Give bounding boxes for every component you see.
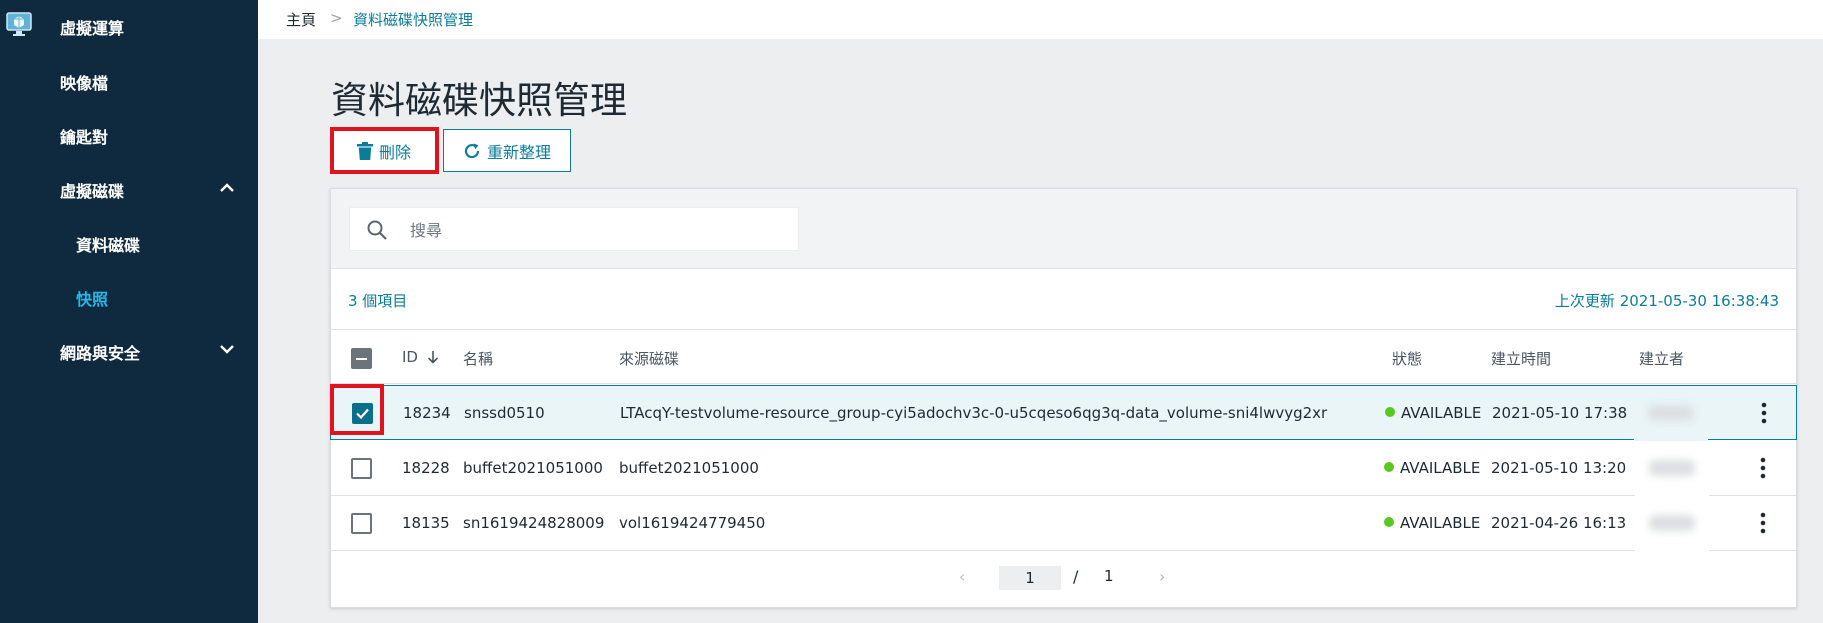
checkmark-icon <box>356 408 369 420</box>
column-header-source-disk[interactable]: 來源磁碟 <box>619 348 679 369</box>
table-info-bar: 3 個項目 上次更新 2021-05-30 16:38:43 <box>331 270 1796 330</box>
row-status: AVAILABLE <box>1384 459 1480 477</box>
pagination: ‹ / 1 › <box>331 550 1796 607</box>
sidebar-item-images[interactable]: 映像檔 <box>60 70 108 94</box>
search-icon <box>367 220 387 240</box>
refresh-icon <box>464 143 480 158</box>
column-header-name[interactable]: 名稱 <box>463 348 493 369</box>
cloud-compute-logo-icon <box>6 12 32 36</box>
row-creator-redacted <box>1634 386 1708 441</box>
sidebar-item-key-pairs[interactable]: 鑰匙對 <box>60 124 108 148</box>
table-row[interactable]: 18135 sn1619424828009 vol1619424779450 A… <box>331 496 1796 551</box>
search-area <box>331 189 1796 269</box>
chevron-down-icon[interactable] <box>218 340 236 358</box>
delete-button-label: 刪除 <box>378 142 411 162</box>
sidebar-item-data-disks[interactable]: 資料磁碟 <box>76 232 140 256</box>
status-available-icon <box>1385 407 1395 417</box>
row-name[interactable]: sn1619424828009 <box>463 514 604 532</box>
table-row[interactable]: 18228 buffet2021051000 buffet2021051000 … <box>331 441 1796 496</box>
row-source-disk[interactable]: LTAcqY-testvolume-resource_group-cyi5ado… <box>620 404 1327 422</box>
sidebar-item-virtual-compute[interactable]: 虛擬運算 <box>60 15 124 39</box>
row-checkbox[interactable] <box>352 403 373 424</box>
next-page-icon[interactable]: › <box>1159 567 1165 586</box>
last-update-timestamp: 上次更新 2021-05-30 16:38:43 <box>1554 292 1779 310</box>
column-header-status[interactable]: 狀態 <box>1392 348 1422 369</box>
refresh-button[interactable]: 重新整理 <box>443 129 571 172</box>
column-header-id-label: ID <box>402 348 418 366</box>
page-separator: / <box>1073 567 1079 586</box>
table-header: ID 名稱 來源磁碟 狀態 建立時間 建立者 <box>331 331 1796 384</box>
row-created-time: 2021-05-10 17:38 <box>1492 404 1628 422</box>
more-actions-icon[interactable] <box>1756 510 1770 536</box>
row-status: AVAILABLE <box>1384 514 1480 532</box>
row-status-label: AVAILABLE <box>1400 514 1481 532</box>
breadcrumb-current: 資料磁碟快照管理 <box>353 11 474 29</box>
column-header-id[interactable]: ID <box>402 348 439 366</box>
more-actions-icon[interactable] <box>1757 400 1771 426</box>
delete-button[interactable]: 刪除 <box>331 129 437 172</box>
sidebar-item-virtual-disks[interactable]: 虛擬磁碟 <box>60 178 124 202</box>
column-header-creator[interactable]: 建立者 <box>1639 348 1684 369</box>
row-created-time: 2021-05-10 13:20 <box>1491 459 1627 477</box>
more-actions-icon[interactable] <box>1756 455 1770 481</box>
sidebar-item-snapshots[interactable]: 快照 <box>76 286 108 310</box>
row-source-disk[interactable]: vol1619424779450 <box>619 514 765 532</box>
page-total: 1 <box>1104 567 1114 585</box>
row-status-label: AVAILABLE <box>1401 404 1482 422</box>
breadcrumb-home-link[interactable]: 主頁 <box>286 9 316 30</box>
row-created-time: 2021-04-26 16:13 <box>1491 514 1627 532</box>
row-source-disk[interactable]: buffet2021051000 <box>619 459 759 477</box>
sidebar-item-network-security[interactable]: 網路與安全 <box>60 340 140 364</box>
column-header-created-time[interactable]: 建立時間 <box>1491 348 1551 369</box>
prev-page-icon[interactable]: ‹ <box>959 567 965 586</box>
row-status-label: AVAILABLE <box>1400 459 1481 477</box>
snapshot-table-panel: 3 個項目 上次更新 2021-05-30 16:38:43 ID 名稱 來源磁… <box>330 188 1797 608</box>
row-checkbox[interactable] <box>351 513 372 534</box>
page-number-input[interactable] <box>999 566 1061 590</box>
page-title: 資料磁碟快照管理 <box>331 79 627 122</box>
table-row[interactable]: 18234 snssd0510 LTAcqY-testvolume-resour… <box>330 385 1797 441</box>
search-box[interactable] <box>349 207 799 251</box>
status-available-icon <box>1384 462 1394 472</box>
chevron-up-icon[interactable] <box>218 179 236 197</box>
sidebar: 虛擬運算 映像檔 鑰匙對 虛擬磁碟 資料磁碟 快照 網路與安全 <box>0 0 258 623</box>
row-status: AVAILABLE <box>1385 404 1481 422</box>
refresh-button-label: 重新整理 <box>486 142 551 162</box>
breadcrumb-separator: > <box>330 9 343 27</box>
row-id: 18234 <box>403 404 451 422</box>
row-id: 18228 <box>402 459 450 477</box>
search-input[interactable] <box>410 216 780 244</box>
row-name[interactable]: snssd0510 <box>464 404 545 422</box>
breadcrumb: 主頁 > 資料磁碟快照管理 <box>258 0 1823 39</box>
row-creator-redacted <box>1635 496 1709 551</box>
row-creator-redacted <box>1635 441 1709 496</box>
item-count: 3 個項目 <box>348 292 408 310</box>
trash-icon <box>356 141 373 160</box>
select-all-checkbox[interactable] <box>351 348 372 369</box>
row-checkbox[interactable] <box>351 458 372 479</box>
sort-descending-icon <box>427 351 438 364</box>
row-name[interactable]: buffet2021051000 <box>463 459 603 477</box>
row-id: 18135 <box>402 514 450 532</box>
status-available-icon <box>1384 517 1394 527</box>
